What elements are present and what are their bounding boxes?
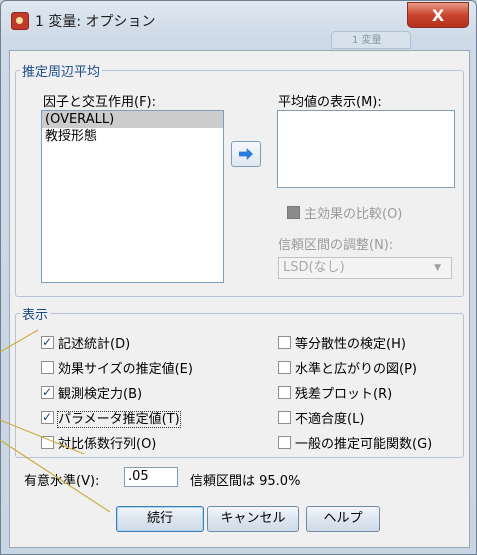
callout-line-descriptive	[0, 329, 39, 353]
annotation-callout-lines	[0, 329, 111, 513]
callout-line-continue	[0, 439, 111, 513]
